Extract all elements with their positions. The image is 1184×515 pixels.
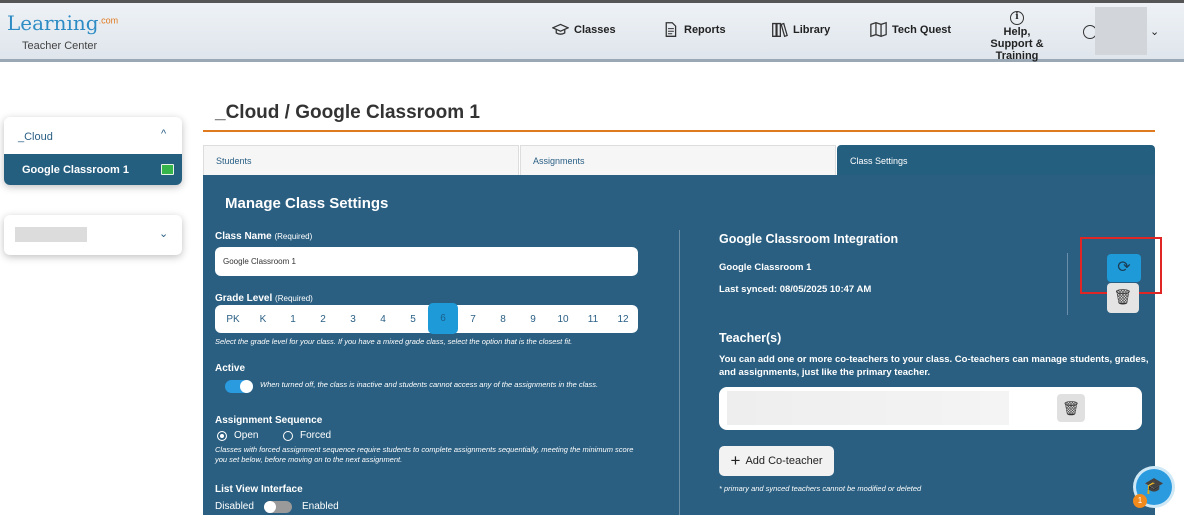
map-icon xyxy=(870,21,887,38)
google-classroom-icon xyxy=(161,164,174,175)
tab-class-settings[interactable]: Class Settings xyxy=(837,145,1155,175)
plus-icon: + xyxy=(730,451,741,470)
document-icon xyxy=(665,22,677,37)
info-icon: i xyxy=(1010,11,1024,25)
list-view-toggle[interactable] xyxy=(264,501,292,513)
list-view-label: List View Interface xyxy=(215,484,303,495)
nav-tech-quest-label: Tech Quest xyxy=(892,23,952,36)
grade-option-1[interactable]: 1 xyxy=(278,314,308,325)
radio-empty-icon xyxy=(283,430,293,441)
grade-note: Select the grade level for your class. I… xyxy=(215,337,573,346)
learning-logo[interactable]: Learning.com Teacher Center xyxy=(7,11,119,52)
redacted-teacher-name xyxy=(727,391,1009,425)
last-synced-text: Last synced: 08/05/2025 10:47 AM xyxy=(719,284,872,295)
nav-help-support-training[interactable]: i Help, Support & Training xyxy=(988,11,1046,62)
class-name-label-text: Class Name xyxy=(215,231,272,242)
column-divider xyxy=(679,230,680,515)
delete-teacher-button[interactable]: 🗑 xyxy=(1057,394,1085,422)
teacher-row: 🗑 xyxy=(719,387,1142,430)
nav-help-line2: Support & xyxy=(990,38,1044,50)
grade-option-3[interactable]: 3 xyxy=(338,314,368,325)
settings-heading: Manage Class Settings xyxy=(225,195,389,212)
nav-classes-label: Classes xyxy=(574,23,616,36)
integration-class-name: Google Classroom 1 xyxy=(719,262,812,273)
grade-option-5[interactable]: 5 xyxy=(398,314,428,325)
graduation-cap-icon: 🎓 xyxy=(1144,478,1164,495)
grade-level-selector: PK K 1 2 3 4 5 6 7 8 9 10 11 12 xyxy=(215,302,638,334)
trash-icon: 🗑 xyxy=(1113,289,1133,306)
grade-option-k[interactable]: K xyxy=(248,314,278,325)
radio-selected-icon xyxy=(217,430,227,441)
grade-option-pk[interactable]: PK xyxy=(218,314,248,325)
redacted-group-name xyxy=(15,227,87,242)
required-tag: (Required) xyxy=(274,232,313,241)
grade-option-10[interactable]: 10 xyxy=(548,314,578,325)
logo-sup: .com xyxy=(98,15,119,26)
grade-option-12[interactable]: 12 xyxy=(608,314,638,325)
nav-tech-quest[interactable]: Tech Quest xyxy=(870,21,951,38)
page-title: _Cloud / Google Classroom 1 xyxy=(215,102,480,123)
active-label: Active xyxy=(215,363,246,374)
integration-divider xyxy=(1067,253,1068,315)
chevron-down-icon[interactable]: ⌄ xyxy=(1150,25,1159,38)
nav-classes[interactable]: Classes xyxy=(552,21,616,38)
teachers-heading: Teacher(s) xyxy=(719,331,782,345)
sidebar-class-group: _Cloud ^ Google Classroom 1 xyxy=(4,117,182,185)
sequence-option-open[interactable]: Open xyxy=(217,430,258,441)
class-settings-panel: Manage Class Settings Class Name (Requir… xyxy=(203,175,1162,515)
teachers-description: You can add one or more co-teachers to y… xyxy=(719,354,1149,378)
add-co-teacher-label: Add Co-teacher xyxy=(745,455,823,467)
graduation-cap-icon xyxy=(552,23,569,35)
sync-button[interactable]: ⟳ xyxy=(1107,254,1141,282)
grade-option-7[interactable]: 7 xyxy=(458,314,488,325)
nav-library-label: Library xyxy=(793,23,831,36)
grade-option-11[interactable]: 11 xyxy=(578,314,608,325)
nav-library[interactable]: Library xyxy=(771,21,830,38)
sidebar-group-label[interactable]: _Cloud xyxy=(18,131,53,143)
grade-option-9[interactable]: 9 xyxy=(518,314,548,325)
grade-option-8[interactable]: 8 xyxy=(488,314,518,325)
remove-integration-button[interactable]: 🗑 xyxy=(1107,283,1139,313)
logo-text: Learning xyxy=(7,11,99,35)
assignment-sequence-label: Assignment Sequence xyxy=(215,415,323,426)
sequence-note: Classes with forced assignment sequence … xyxy=(215,445,634,464)
books-icon xyxy=(772,22,788,38)
title-divider xyxy=(203,130,1155,132)
grade-option-6-selected[interactable]: 6 xyxy=(428,302,458,334)
nav-help-line1: Help, xyxy=(1003,26,1031,38)
trash-icon: 🗑 xyxy=(1062,400,1080,416)
tab-students[interactable]: Students xyxy=(203,145,519,175)
sequence-option-forced[interactable]: Forced xyxy=(283,430,331,441)
tab-assignments[interactable]: Assignments xyxy=(520,145,836,175)
sequence-forced-label: Forced xyxy=(300,430,332,441)
list-view-enabled-label: Enabled xyxy=(302,501,339,512)
integration-heading: Google Classroom Integration xyxy=(719,232,899,246)
grade-option-4[interactable]: 4 xyxy=(368,314,398,325)
nav-help-line3: Training xyxy=(995,50,1039,62)
sidebar-item-label: Google Classroom 1 xyxy=(22,164,129,176)
notification-badge: 1 xyxy=(1133,494,1147,508)
teachers-footnote: * primary and synced teachers cannot be … xyxy=(719,484,922,493)
user-account-menu[interactable] xyxy=(1095,7,1147,55)
sidebar-item-google-classroom-1[interactable]: Google Classroom 1 xyxy=(4,154,182,185)
required-tag: (Required) xyxy=(275,294,313,303)
class-name-input[interactable]: Google Classroom 1 xyxy=(215,247,638,276)
logo-subtitle: Teacher Center xyxy=(22,40,98,52)
chevron-down-icon[interactable]: ⌄ xyxy=(159,227,168,240)
grade-option-2[interactable]: 2 xyxy=(308,314,338,325)
active-toggle[interactable] xyxy=(225,380,253,393)
top-nav-bar: Learning.com Teacher Center Classes Repo… xyxy=(0,0,1184,62)
sidebar-collapsed-group[interactable]: ⌄ xyxy=(4,215,182,255)
grade-level-label-text: Grade Level xyxy=(215,293,273,304)
list-view-disabled-label: Disabled xyxy=(215,501,254,512)
refresh-icon: ⟳ xyxy=(1117,259,1131,276)
add-co-teacher-button[interactable]: + Add Co-teacher xyxy=(719,446,834,476)
nav-reports[interactable]: Reports xyxy=(662,21,726,38)
sequence-open-label: Open xyxy=(234,430,259,441)
active-note: When turned off, the class is inactive a… xyxy=(260,380,599,389)
grade-level-label: Grade Level (Required) xyxy=(215,293,313,304)
class-name-label: Class Name (Required) xyxy=(215,231,312,242)
chevron-up-icon[interactable]: ^ xyxy=(161,128,166,140)
nav-reports-label: Reports xyxy=(684,23,726,36)
